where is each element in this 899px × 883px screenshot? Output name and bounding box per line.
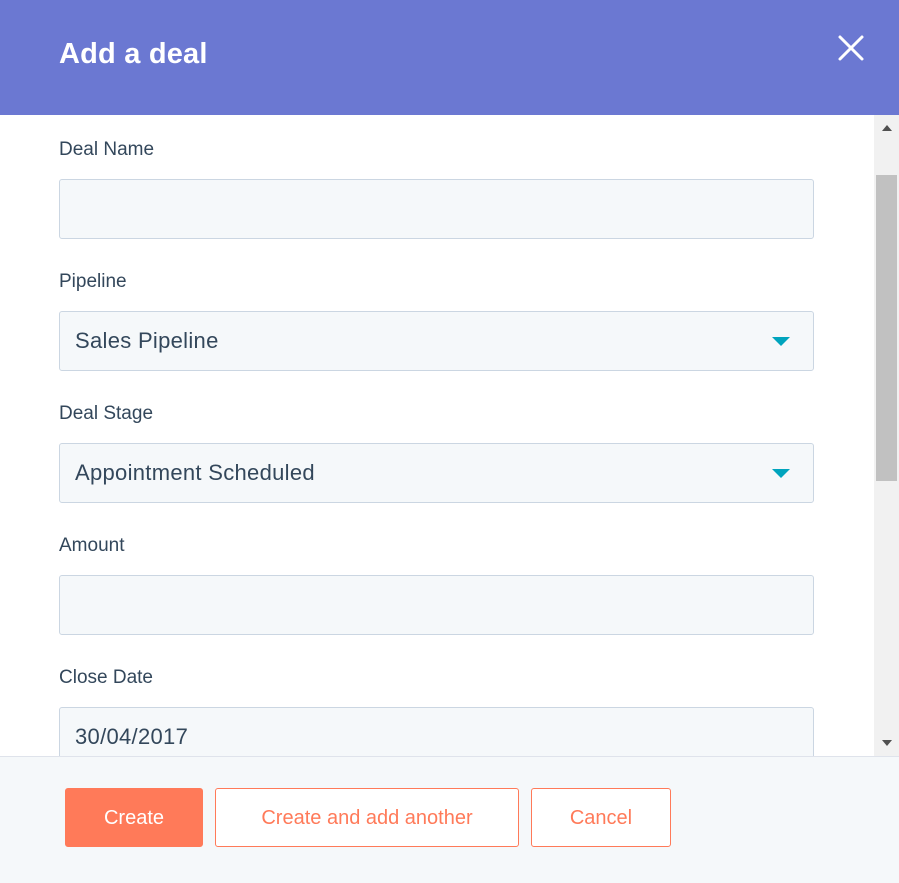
create-button[interactable]: Create (65, 788, 203, 847)
chevron-down-icon (772, 337, 790, 346)
close-date-field-group: Close Date 30/04/2017 (59, 665, 814, 756)
deal-name-label: Deal Name (59, 139, 155, 160)
pipeline-label: Pipeline (59, 271, 127, 292)
cancel-button[interactable]: Cancel (531, 788, 671, 847)
pipeline-select[interactable]: Sales Pipeline (59, 311, 814, 371)
amount-label: Amount (59, 535, 125, 556)
close-button[interactable] (835, 33, 867, 65)
pipeline-field-group: Pipeline Sales Pipeline (59, 269, 814, 371)
dialog-title: Add a deal (59, 38, 208, 70)
deal-stage-value: Appointment Scheduled (75, 460, 315, 485)
dialog-header: Add a deal (0, 0, 899, 115)
chevron-down-icon (772, 469, 790, 478)
close-icon (838, 35, 864, 61)
close-date-value: 30/04/2017 (75, 724, 189, 749)
create-and-add-another-button[interactable]: Create and add another (215, 788, 519, 847)
deal-stage-label: Deal Stage (59, 403, 154, 424)
deal-name-input[interactable] (59, 179, 814, 239)
scroll-up-arrow-icon[interactable] (882, 125, 892, 131)
deal-name-field-group: Deal Name (59, 137, 814, 239)
deal-stage-select[interactable]: Appointment Scheduled (59, 443, 814, 503)
dialog-body: Deal Name Pipeline Sales Pipeline Deal S… (0, 115, 874, 756)
close-date-input[interactable]: 30/04/2017 (59, 707, 814, 756)
dialog-footer: Create Create and add another Cancel (0, 756, 899, 883)
vertical-scrollbar[interactable] (874, 115, 899, 756)
amount-input[interactable] (59, 575, 814, 635)
add-deal-dialog: Add a deal Deal Name Pipeline Sales Pipe… (0, 0, 899, 883)
pipeline-value: Sales Pipeline (75, 328, 219, 353)
amount-field-group: Amount (59, 533, 814, 635)
scroll-down-arrow-icon[interactable] (882, 740, 892, 746)
deal-stage-field-group: Deal Stage Appointment Scheduled (59, 401, 814, 503)
close-date-label: Close Date (59, 667, 153, 688)
scrollbar-thumb[interactable] (876, 175, 897, 481)
